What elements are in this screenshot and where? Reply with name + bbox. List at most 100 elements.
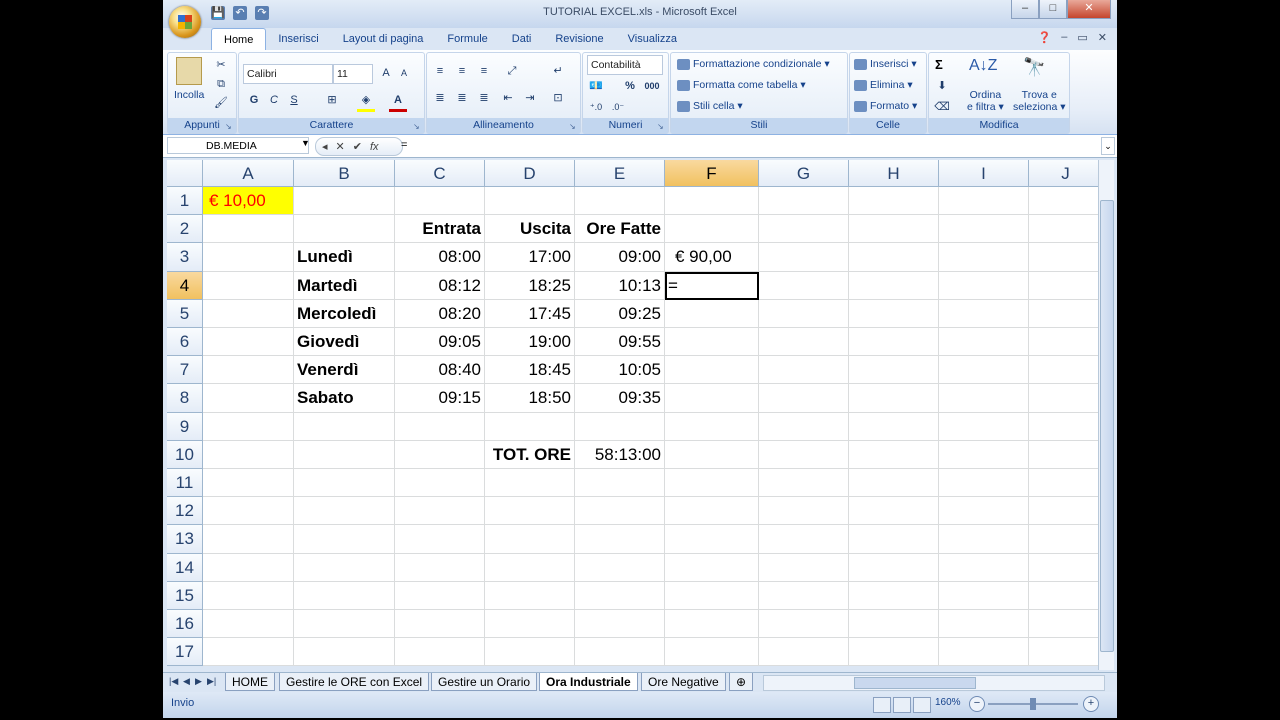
first-sheet-icon[interactable]: |◀ <box>169 676 178 687</box>
cell-i16[interactable] <box>939 610 1029 639</box>
cell-h12[interactable] <box>849 497 939 526</box>
workbook-close-button[interactable]: ✕ <box>1098 31 1107 44</box>
cell-j6[interactable] <box>1029 328 1103 357</box>
merge-center-icon[interactable]: ⊡ <box>549 89 567 107</box>
workbook-minimize-button[interactable]: – <box>1061 31 1067 44</box>
cell-g15[interactable] <box>759 581 849 610</box>
expand-formula-bar-icon[interactable]: ⌄ <box>1101 137 1115 155</box>
zoom-in-icon[interactable]: + <box>1083 696 1099 712</box>
cell-f12[interactable] <box>665 497 759 526</box>
expand-icon[interactable]: ◂ <box>322 140 328 153</box>
cell-c17[interactable] <box>395 638 485 667</box>
zoom-slider-knob[interactable] <box>1030 698 1036 710</box>
dialog-launcher-icon[interactable]: ↘ <box>657 122 666 131</box>
sort-filter-button[interactable]: Ordina e filtra ▾ <box>967 89 1004 113</box>
cell-a5[interactable] <box>203 299 294 328</box>
find-select-button[interactable]: Trova e seleziona ▾ <box>1013 89 1066 113</box>
cell-j8[interactable] <box>1029 384 1103 413</box>
cell-f10[interactable] <box>665 440 759 469</box>
tab-home[interactable]: Home <box>211 28 267 50</box>
cell-a11[interactable] <box>203 469 294 498</box>
column-header-c[interactable]: C <box>395 160 485 187</box>
cell-d17[interactable] <box>485 638 575 667</box>
cell-d1[interactable] <box>485 187 575 216</box>
cell-i15[interactable] <box>939 581 1029 610</box>
cell-g13[interactable] <box>759 525 849 554</box>
cell-g3[interactable] <box>759 243 849 272</box>
cell-g16[interactable] <box>759 610 849 639</box>
fill-icon[interactable]: ⬇ <box>933 77 951 95</box>
cell-a2[interactable] <box>203 215 294 244</box>
cell-i10[interactable] <box>939 440 1029 469</box>
cell-b17[interactable] <box>294 638 395 667</box>
cell-b4[interactable]: Martedì <box>294 271 395 300</box>
cell-b7[interactable]: Venerdì <box>294 356 395 385</box>
cell-h7[interactable] <box>849 356 939 385</box>
underline-button[interactable]: S <box>285 91 303 109</box>
tab-inserisci[interactable]: Inserisci <box>266 28 330 50</box>
prev-sheet-icon[interactable]: ◀ <box>183 676 190 687</box>
column-header-d[interactable]: D <box>485 160 575 187</box>
select-all-corner[interactable] <box>167 160 203 187</box>
tab-formule[interactable]: Formule <box>435 28 499 50</box>
find-binoculars-icon[interactable]: 🔭 <box>1023 57 1045 78</box>
cell-g6[interactable] <box>759 328 849 357</box>
name-box[interactable]: DB.MEDIA <box>167 137 309 154</box>
format-painter-icon[interactable]: 🖌 <box>212 94 230 112</box>
cell-b9[interactable] <box>294 412 395 441</box>
normal-view-icon[interactable] <box>873 697 891 713</box>
dialog-launcher-icon[interactable]: ↘ <box>225 122 234 131</box>
sheet-tab-gestire-ore[interactable]: Gestire le ORE con Excel <box>279 673 430 691</box>
cell-h5[interactable] <box>849 299 939 328</box>
row-header-14[interactable]: 14 <box>167 553 203 582</box>
sort-filter-icon[interactable]: A↓Z <box>969 57 997 75</box>
row-header-3[interactable]: 3 <box>167 243 203 272</box>
sheet-tab-ore-negative[interactable]: Ore Negative <box>641 673 726 691</box>
cell-d12[interactable] <box>485 497 575 526</box>
cell-c7[interactable]: 08:40 <box>395 356 485 385</box>
cell-e13[interactable] <box>575 525 665 554</box>
cell-i4[interactable] <box>939 271 1029 300</box>
row-header-17[interactable]: 17 <box>167 638 203 667</box>
zoom-slider[interactable] <box>988 698 1078 710</box>
row-header-15[interactable]: 15 <box>167 581 203 610</box>
row-header-9[interactable]: 9 <box>167 412 203 441</box>
row-header-16[interactable]: 16 <box>167 610 203 639</box>
cell-g17[interactable] <box>759 638 849 667</box>
cell-g9[interactable] <box>759 412 849 441</box>
minimize-button[interactable]: – <box>1011 0 1039 19</box>
cell-d2[interactable]: Uscita <box>485 215 575 244</box>
cell-f11[interactable] <box>665 469 759 498</box>
cell-i2[interactable] <box>939 215 1029 244</box>
cell-j5[interactable] <box>1029 299 1103 328</box>
cell-i17[interactable] <box>939 638 1029 667</box>
row-header-8[interactable]: 8 <box>167 384 203 413</box>
cell-h14[interactable] <box>849 553 939 582</box>
tab-revisione[interactable]: Revisione <box>543 28 615 50</box>
align-right-icon[interactable]: ≣ <box>475 89 493 107</box>
decrease-indent-icon[interactable]: ⇤ <box>499 89 517 107</box>
number-format-select[interactable]: Contabilità <box>587 55 663 75</box>
cell-b10[interactable] <box>294 440 395 469</box>
row-header-2[interactable]: 2 <box>167 215 203 244</box>
cell-b5[interactable]: Mercoledì <box>294 299 395 328</box>
cell-c3[interactable]: 08:00 <box>395 243 485 272</box>
cell-e11[interactable] <box>575 469 665 498</box>
decrease-decimal-icon[interactable]: .0⁻ <box>609 98 627 116</box>
page-break-view-icon[interactable] <box>913 697 931 713</box>
align-center-icon[interactable]: ≣ <box>453 89 471 107</box>
grow-font-icon[interactable]: A <box>377 64 395 82</box>
cell-b15[interactable] <box>294 581 395 610</box>
cell-h11[interactable] <box>849 469 939 498</box>
cell-f7[interactable] <box>665 356 759 385</box>
cell-i3[interactable] <box>939 243 1029 272</box>
cell-j17[interactable] <box>1029 638 1103 667</box>
cell-h3[interactable] <box>849 243 939 272</box>
close-button[interactable]: ✕ <box>1067 0 1111 19</box>
office-button[interactable] <box>169 6 201 38</box>
sheet-tab-home[interactable]: HOME <box>225 673 275 691</box>
cell-e1[interactable] <box>575 187 665 216</box>
cell-g7[interactable] <box>759 356 849 385</box>
cell-e16[interactable] <box>575 610 665 639</box>
cell-h17[interactable] <box>849 638 939 667</box>
